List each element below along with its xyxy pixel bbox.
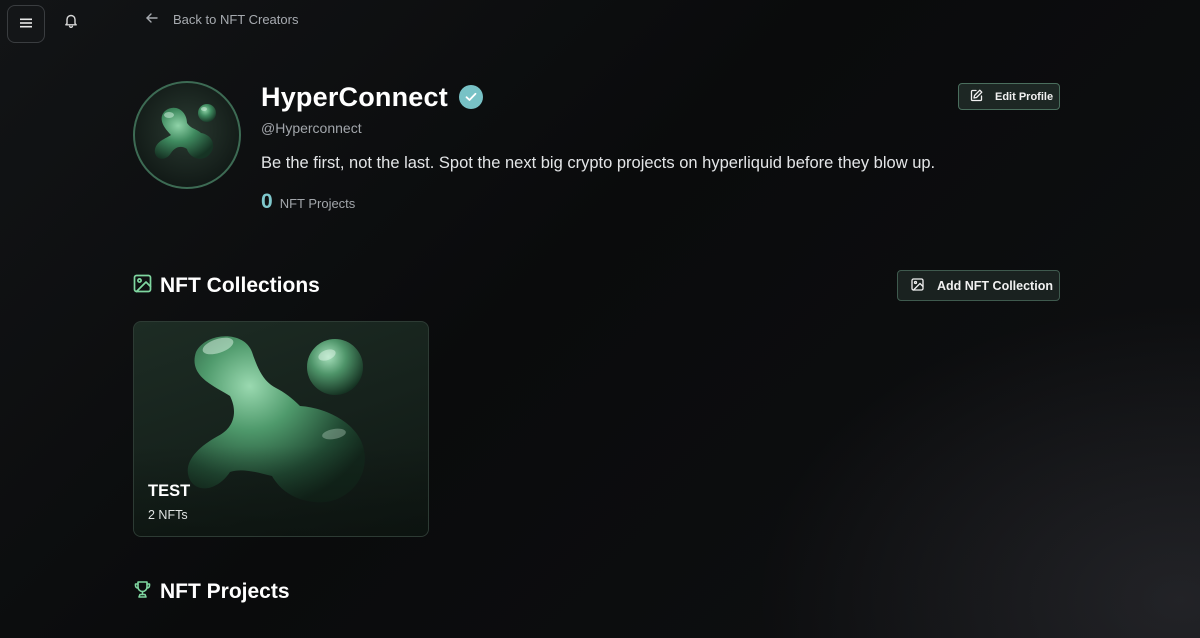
collection-card[interactable]: TEST 2 NFTs: [133, 321, 429, 537]
projects-title: NFT Projects: [160, 580, 290, 603]
add-nft-collection-button[interactable]: Add NFT Collection: [897, 270, 1060, 301]
hamburger-menu-icon: [20, 15, 32, 33]
profile-handle: @Hyperconnect: [261, 120, 362, 136]
edit-profile-button[interactable]: Edit Profile: [958, 83, 1060, 110]
edit-profile-label: Edit Profile: [995, 90, 1054, 103]
profile-name-row: HyperConnect: [261, 81, 483, 113]
projects-heading: NFT Projects: [133, 578, 290, 606]
profile-bio: Be the first, not the last. Spot the nex…: [261, 154, 936, 172]
edit-icon: [970, 89, 983, 105]
arrow-left-icon: [145, 12, 159, 27]
back-to-creators-link[interactable]: Back to NFT Creators: [145, 10, 298, 28]
notifications-button[interactable]: [60, 12, 82, 34]
menu-button[interactable]: [7, 5, 45, 43]
nft-projects-label: NFT Projects: [279, 196, 356, 211]
collections-heading: NFT Collections: [133, 272, 320, 300]
profile-avatar: [133, 81, 241, 189]
profile-name: HyperConnect: [261, 81, 448, 112]
nft-projects-count: 0: [261, 190, 273, 213]
image-icon: [911, 277, 924, 294]
profile-stats: 0 NFT Projects: [261, 190, 355, 214]
collection-card-count: 2 NFTs: [148, 508, 188, 522]
collections-title: NFT Collections: [160, 274, 320, 297]
add-nft-collection-label: Add NFT Collection: [937, 278, 1053, 293]
image-icon: [133, 274, 152, 298]
verified-badge-icon: [458, 85, 483, 109]
trophy-icon: [133, 580, 152, 604]
bell-icon: [64, 13, 78, 33]
collection-card-title: TEST: [148, 482, 191, 500]
back-link-label: Back to NFT Creators: [173, 11, 299, 27]
